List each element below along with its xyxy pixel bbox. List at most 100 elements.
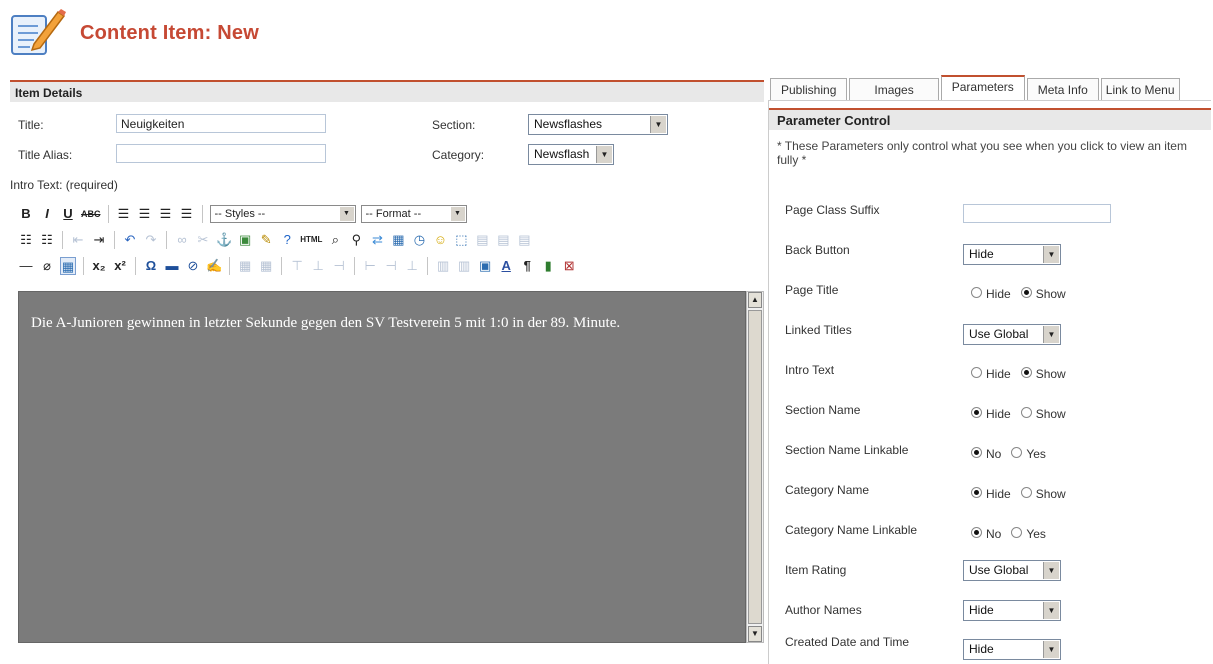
section-name-hide-radio[interactable] [971, 406, 982, 418]
col-before-icon[interactable]: ⊢ [362, 257, 378, 275]
horizontal-rule-icon[interactable]: — [18, 257, 34, 275]
template-icon[interactable]: ▮ [540, 257, 556, 275]
advanced-hr-icon[interactable]: ▬ [164, 257, 180, 275]
intro-text-editor[interactable]: Die A-Junioren gewinnen in letzter Sekun… [18, 291, 746, 643]
scroll-up-icon[interactable]: ▲ [748, 292, 762, 308]
numbered-list-icon[interactable]: ☷ [39, 231, 55, 249]
link-icon[interactable]: ∞ [174, 231, 190, 249]
bold-icon[interactable]: B [18, 205, 34, 223]
page-title: Content Item: New [80, 22, 259, 44]
category-name-hide-radio[interactable] [971, 486, 982, 498]
tab-meta-info[interactable]: Meta Info [1026, 78, 1099, 100]
category-linkable-yes-radio[interactable] [1011, 526, 1023, 538]
split-cells-icon[interactable]: ▥ [435, 257, 451, 275]
page-title-radio: Hide Show [971, 286, 1072, 301]
intro-text-show-radio[interactable] [1020, 366, 1032, 378]
title-input[interactable] [116, 114, 326, 133]
tab-link-to-menu[interactable]: Link to Menu [1100, 78, 1180, 100]
insert-date-icon[interactable]: ▦ [390, 231, 406, 249]
cut-icon[interactable]: ▤ [474, 231, 490, 249]
item-rating-select[interactable]: Use Global ▼ [963, 560, 1061, 581]
linked-titles-select[interactable]: Use Global ▼ [963, 324, 1061, 345]
align-left-icon[interactable]: ☰ [116, 205, 132, 223]
special-char-icon[interactable]: Ω [143, 257, 159, 275]
page-class-suffix-input[interactable] [963, 204, 1111, 223]
insert-layer-icon[interactable]: ▣ [477, 257, 493, 275]
format-select[interactable]: -- Format -- ▼ [360, 205, 467, 223]
superscript-icon[interactable]: x² [112, 257, 128, 275]
tab-images[interactable]: Images [849, 78, 939, 100]
paste-icon[interactable]: ▤ [516, 231, 532, 249]
font-color-icon[interactable]: A [498, 257, 514, 275]
merge-cells-icon[interactable]: ▥ [456, 257, 472, 275]
scroll-down-icon[interactable]: ▼ [748, 626, 762, 642]
tab-publishing[interactable]: Publishing [770, 78, 848, 100]
category-label: Category: [432, 148, 485, 162]
cleanup-icon[interactable]: ✎ [258, 231, 274, 249]
styles-select[interactable]: -- Styles -- ▼ [209, 205, 356, 223]
editor-toolbar-row-3: — ⌀ ▦ x₂ x² Ω ▬ ⊘ ✍ ▦ ▦ ⊤ ⊥ ⊣ ⊢ ⊣ ⊥ ▥ ▥ … [18, 254, 577, 278]
undo-icon[interactable]: ↶ [122, 231, 138, 249]
flash-icon[interactable]: ⊘ [185, 257, 201, 275]
category-linkable-no-radio[interactable] [971, 526, 982, 538]
unlink-icon[interactable]: ✂ [195, 231, 211, 249]
scroll-thumb[interactable] [748, 310, 762, 624]
page-title-show-radio[interactable] [1020, 286, 1032, 298]
strikethrough-icon[interactable]: ABC [81, 205, 101, 223]
italic-icon[interactable]: I [39, 205, 55, 223]
section-linkable-no-radio[interactable] [971, 446, 982, 458]
replace-icon[interactable]: ⇄ [369, 231, 385, 249]
image-icon[interactable]: ▣ [237, 231, 253, 249]
created-date-select[interactable]: Hide ▼ [963, 639, 1061, 660]
radio-label: Hide [986, 367, 1011, 381]
delete-col-icon[interactable]: ⊥ [404, 257, 420, 275]
section-select-value: Newsflashes [534, 117, 603, 131]
author-names-select[interactable]: Hide ▼ [963, 600, 1061, 621]
page-title-hide-radio[interactable] [971, 286, 982, 298]
emoticons-icon[interactable]: ☺ [432, 231, 448, 249]
category-select[interactable]: Newsflash ▼ [528, 144, 614, 165]
section-select[interactable]: Newsflashes ▼ [528, 114, 668, 135]
table-props-icon[interactable]: ▦ [258, 257, 274, 275]
title-alias-input[interactable] [116, 144, 326, 163]
format-select-label: -- Format -- [365, 208, 422, 220]
outdent-icon[interactable]: ⇤ [70, 231, 86, 249]
row-before-icon[interactable]: ⊤ [289, 257, 305, 275]
delete-row-icon[interactable]: ⊣ [331, 257, 347, 275]
back-button-select[interactable]: Hide ▼ [963, 244, 1061, 265]
col-after-icon[interactable]: ⊣ [383, 257, 399, 275]
html-source-icon[interactable]: HTML [300, 231, 322, 249]
align-right-icon[interactable]: ☰ [158, 205, 174, 223]
indent-icon[interactable]: ⇥ [91, 231, 107, 249]
preview-icon[interactable]: ⌕ [327, 231, 343, 249]
find-icon[interactable]: ⚲ [348, 231, 364, 249]
anchor-icon[interactable]: ⚓ [216, 231, 232, 249]
intro-text-hide-radio[interactable] [971, 366, 982, 378]
align-center-icon[interactable]: ☰ [137, 205, 153, 223]
paragraph-icon[interactable]: ¶ [519, 257, 535, 275]
media-icon[interactable]: ⬚ [453, 231, 469, 249]
fullscreen-icon[interactable]: ⊠ [561, 257, 577, 275]
underline-icon[interactable]: U [60, 205, 76, 223]
insert-time-icon[interactable]: ◷ [411, 231, 427, 249]
visual-aid-icon[interactable]: ▦ [60, 257, 76, 275]
redo-icon[interactable]: ↷ [143, 231, 159, 249]
editor-scrollbar[interactable]: ▲ ▼ [746, 291, 764, 643]
copy-icon[interactable]: ▤ [495, 231, 511, 249]
toolbar-separator [229, 257, 231, 275]
help-icon[interactable]: ? [279, 231, 295, 249]
radio-label: Hide [986, 287, 1011, 301]
row-after-icon[interactable]: ⊥ [310, 257, 326, 275]
item-rating-value: Use Global [969, 563, 1029, 577]
tab-parameters[interactable]: Parameters [940, 75, 1025, 100]
editor-content[interactable]: Die A-Junioren gewinnen in letzter Sekun… [31, 316, 721, 331]
category-name-show-radio[interactable] [1020, 486, 1032, 498]
subscript-icon[interactable]: x₂ [91, 257, 107, 275]
bullet-list-icon[interactable]: ☷ [18, 231, 34, 249]
edit-document-icon[interactable]: ✍ [206, 257, 222, 275]
section-name-show-radio[interactable] [1020, 406, 1032, 418]
remove-format-icon[interactable]: ⌀ [39, 257, 55, 275]
table-icon[interactable]: ▦ [237, 257, 253, 275]
section-linkable-yes-radio[interactable] [1011, 446, 1023, 458]
align-justify-icon[interactable]: ☰ [179, 205, 195, 223]
